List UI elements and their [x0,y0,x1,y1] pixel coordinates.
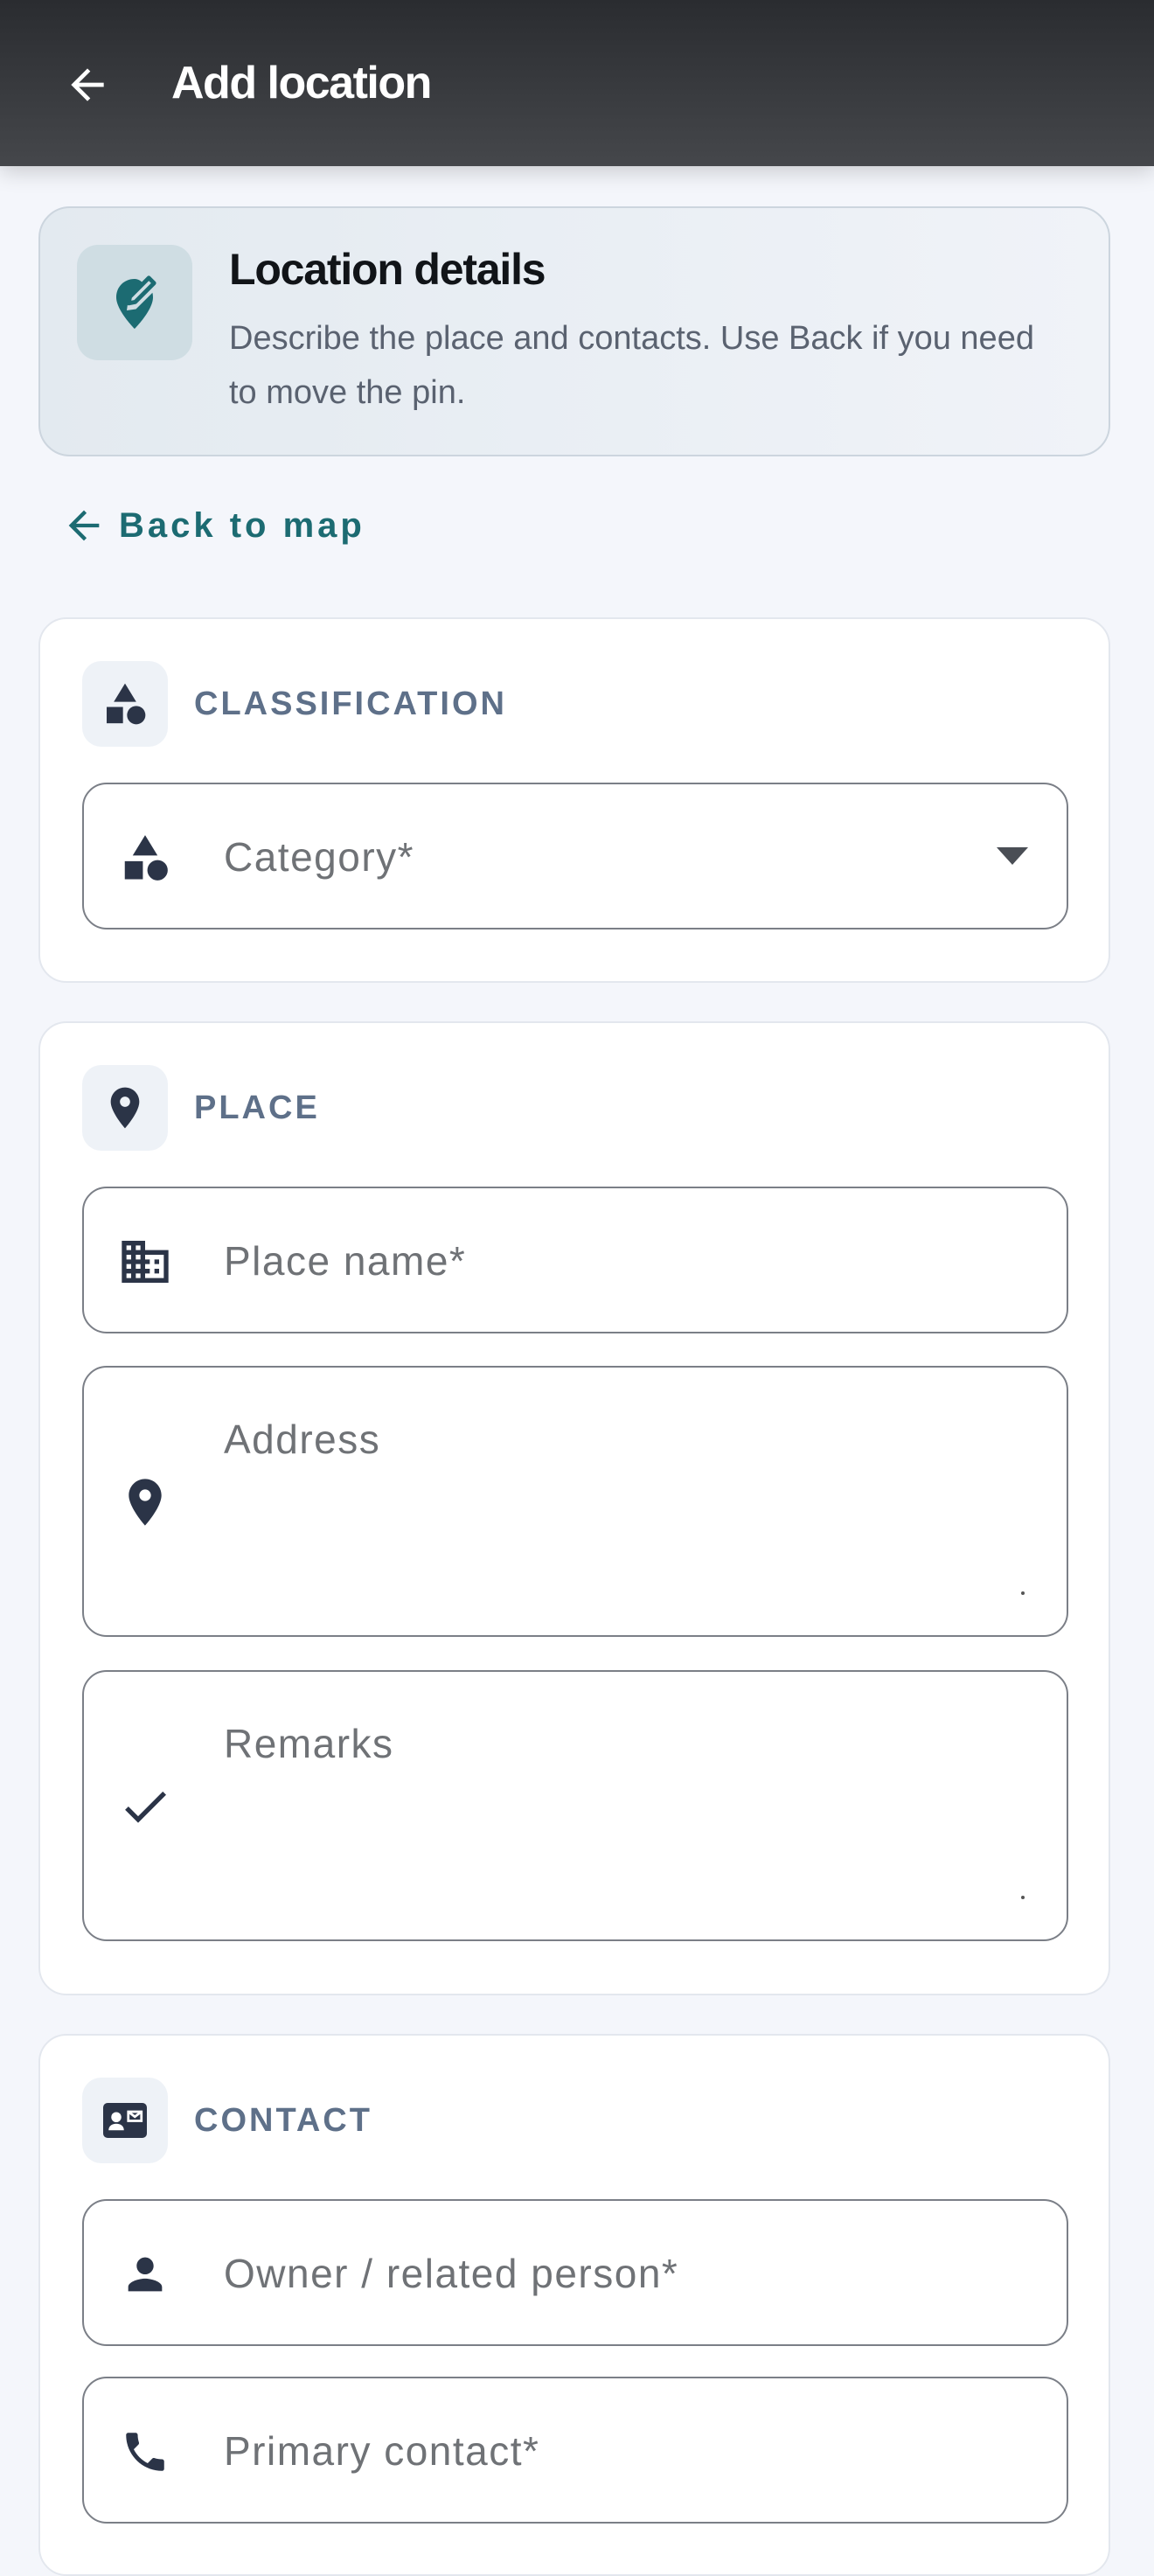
location-pin-icon [82,1065,168,1151]
address-field[interactable]: Address [82,1366,1068,1637]
contact-header: CONTACT [82,2078,372,2163]
info-card-title: Location details [229,245,546,294]
classification-heading: CLASSIFICATION [194,685,507,722]
app-bar: Add location [0,0,1154,166]
primary-contact-placeholder: Primary contact* [224,2428,540,2474]
contact-card-icon [82,2078,168,2163]
owner-placeholder: Owner / related person* [224,2251,679,2296]
resize-handle[interactable] [1021,1896,1025,1899]
back-button[interactable] [51,48,124,122]
location-details-card: Location details Describe the place and … [38,206,1110,456]
place-header: PLACE [82,1065,320,1151]
classification-header: CLASSIFICATION [82,661,507,747]
remarks-placeholder: Remarks [224,1721,394,1766]
remarks-field[interactable]: Remarks [82,1670,1068,1941]
map-pin-edit-icon [77,245,192,360]
owner-field[interactable]: Owner / related person* [82,2199,1068,2346]
resize-handle[interactable] [1021,1591,1025,1595]
place-heading: PLACE [194,1089,320,1126]
phone-icon [117,2424,173,2480]
chevron-down-icon [997,847,1028,865]
primary-contact-field[interactable]: Primary contact* [82,2377,1068,2524]
info-card-description: Describe the place and contacts. Use Bac… [229,320,1034,411]
category-placeholder: Category* [224,834,415,880]
building-icon [117,1234,173,1290]
category-icon [117,830,173,886]
place-name-field[interactable]: Place name* [82,1187,1068,1333]
arrow-left-icon [71,68,104,101]
back-to-map-label: Back to map [119,505,365,545]
category-select[interactable]: Category* [82,783,1068,929]
contact-section: CONTACT Owner / related person* Primary … [38,2034,1110,2576]
address-placeholder: Address [224,1417,381,1462]
place-section: PLACE Place name* Address Remarks [38,1021,1110,1995]
classification-section: CLASSIFICATION Category* [38,617,1110,983]
arrow-left-icon [68,510,100,541]
place-name-placeholder: Place name* [224,1238,467,1284]
back-to-map-link[interactable]: Back to map [61,498,365,553]
location-pin-icon [117,1474,173,1530]
contact-heading: CONTACT [194,2101,372,2139]
category-icon [82,661,168,747]
page-title: Add location [171,58,432,108]
person-icon [117,2246,173,2302]
check-icon [117,1779,173,1835]
